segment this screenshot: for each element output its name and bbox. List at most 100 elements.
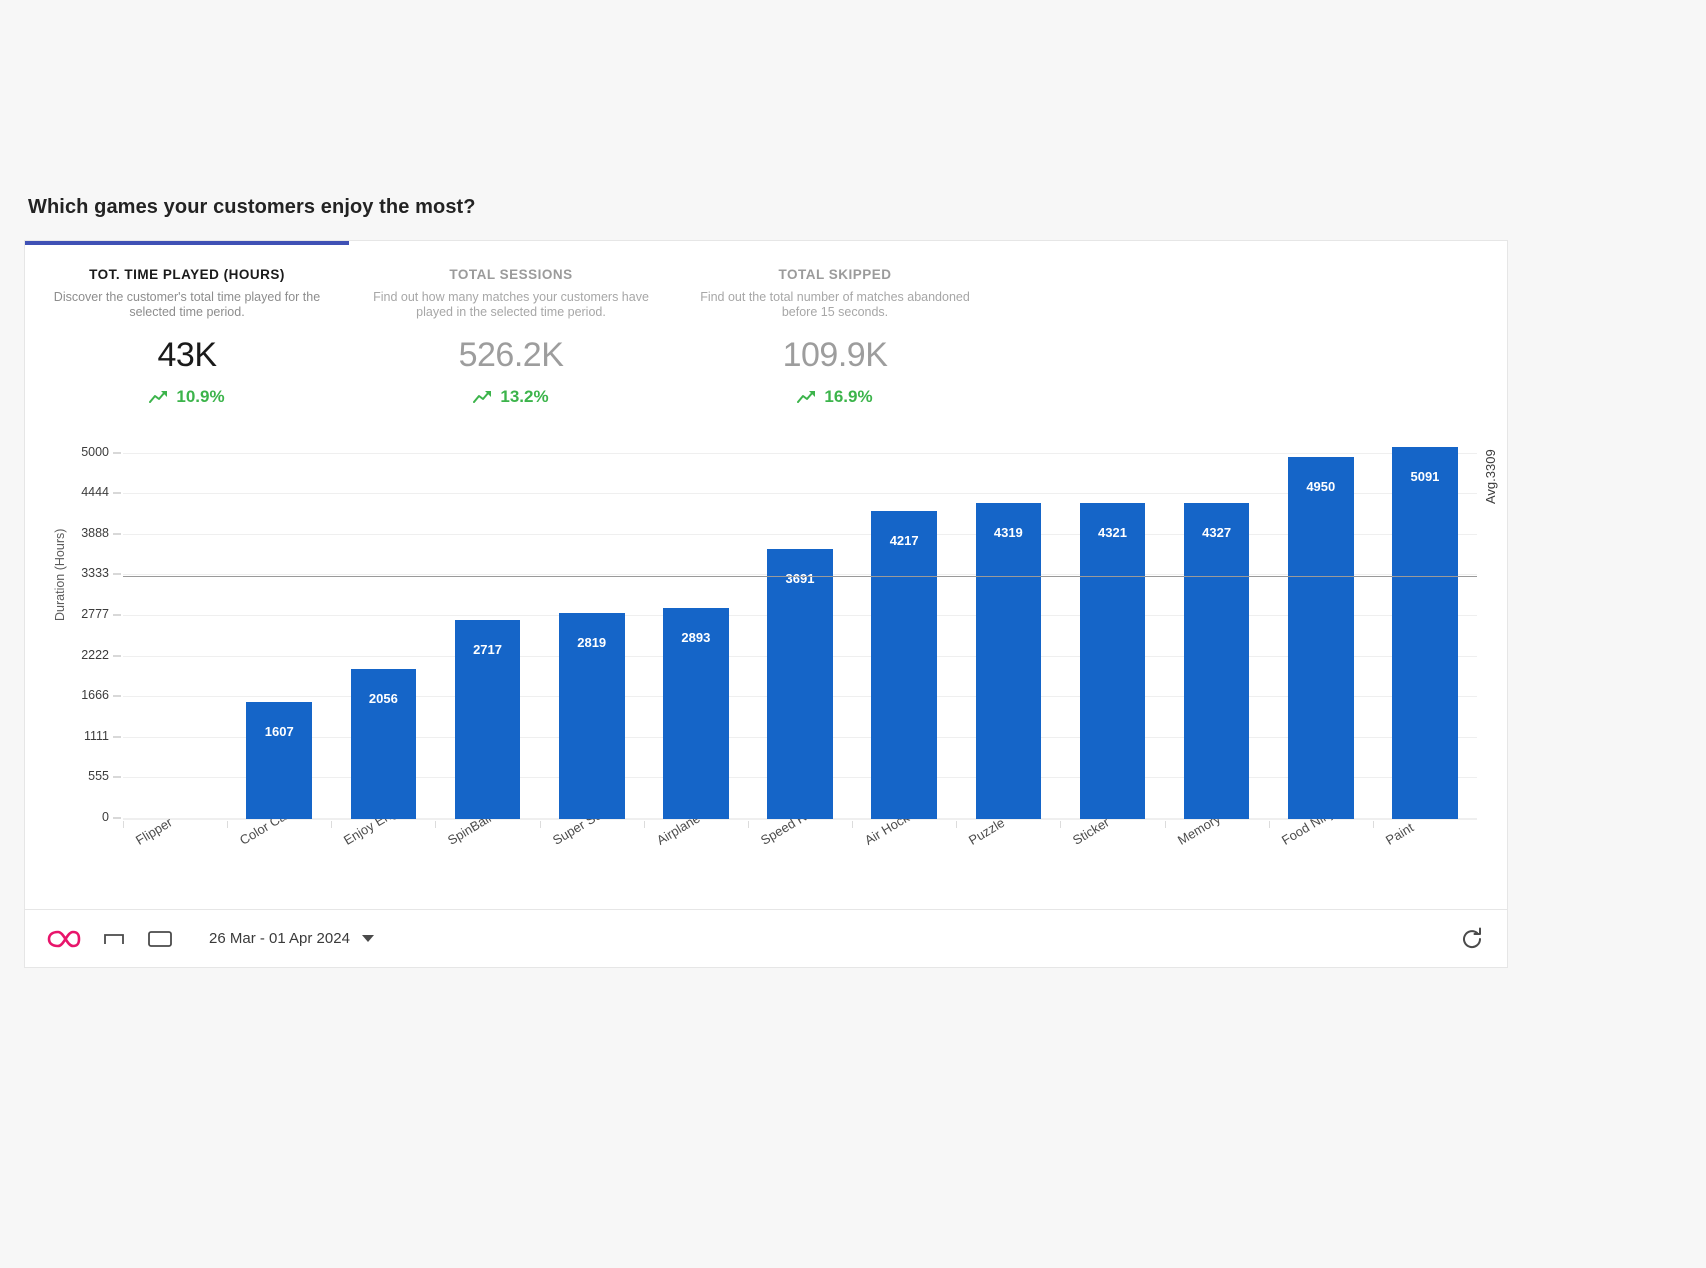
bar-value-label: 4321	[1098, 525, 1127, 541]
x-label-slot: Memory	[1164, 811, 1269, 895]
y-tick-label: 0	[102, 810, 109, 824]
x-label-slot: Color Catcher	[227, 794, 331, 895]
bar-slot: 4217	[852, 439, 956, 819]
y-tick-mark	[113, 654, 121, 657]
x-axis-label: Paint	[1382, 819, 1417, 848]
kpi-title: TOT. TIME PLAYED (HOURS)	[89, 267, 285, 282]
kpi-value: 43K	[157, 336, 218, 374]
page-title: Which games your customers enjoy the mos…	[28, 196, 476, 218]
kpi-title: TOTAL SKIPPED	[778, 267, 892, 282]
kpi-description: Find out how many matches your customers…	[373, 290, 649, 319]
bar-slot	[123, 439, 227, 819]
bar-color-catcher[interactable]: 1607	[246, 701, 313, 819]
plot-area: 5000 4444 3888 3333 2777 2222 1666 1111 555 0 1607…	[81, 439, 1498, 824]
x-tick-mark	[643, 821, 645, 828]
x-label-slot: Flipper	[123, 815, 227, 895]
bar-memory[interactable]: 4327	[1183, 502, 1250, 819]
y-tick-label: 2777	[81, 607, 109, 622]
x-tick-mark	[956, 821, 958, 828]
bar-value-label: 5091	[1410, 468, 1440, 484]
x-label-slot: Speed Racer	[747, 796, 852, 895]
bar-slot: 2819	[540, 439, 644, 819]
x-tick-mark	[1268, 821, 1270, 828]
bar-slot: 2717	[435, 439, 539, 819]
trend-up-icon	[473, 391, 492, 403]
y-tick-mark	[113, 695, 121, 698]
bar-slot: 4950	[1269, 439, 1373, 819]
trend-up-icon	[797, 391, 816, 403]
y-tick-label: 2222	[81, 647, 109, 662]
x-label-slot: Puzzle	[956, 815, 1060, 895]
bracket-icon[interactable]	[103, 930, 125, 948]
x-tick-mark	[331, 821, 333, 828]
y-tick-mark	[113, 451, 121, 454]
y-tick-mark	[113, 573, 121, 576]
bar-value-label: 2056	[368, 690, 398, 706]
x-label-slot: Air Hockey	[852, 803, 956, 895]
bar-sticker[interactable]: 4321	[1079, 503, 1146, 819]
y-tick-label: 555	[88, 769, 109, 784]
dashboard-page: Which games your customers enjoy the mos…	[0, 0, 1706, 1268]
x-label-slot: Airplane Toss	[643, 795, 748, 895]
bar-slot: 5091	[1373, 439, 1477, 819]
x-label-slot: Food Ninja	[1268, 803, 1373, 895]
kpi-tab-tot-time-played[interactable]: TOT. TIME PLAYED (HOURS) Discover the cu…	[25, 241, 349, 411]
y-tick-mark	[113, 776, 121, 779]
y-tick-label: 4444	[81, 485, 109, 500]
y-tick-mark	[113, 614, 121, 617]
bar-slot: 1607	[227, 439, 331, 819]
kpi-value: 109.9K	[782, 336, 888, 374]
bar-slot: 3691	[748, 439, 852, 819]
kpi-trend-value: 16.9%	[824, 387, 873, 406]
kpi-title: TOTAL SESSIONS	[449, 267, 573, 282]
bar-enjoy-english[interactable]: 2056	[350, 668, 417, 819]
x-tick-mark	[747, 821, 749, 828]
x-tick-mark	[435, 821, 437, 828]
date-range-label: 26 Mar - 01 Apr 2024	[209, 930, 350, 947]
y-tick-label: 5000	[81, 444, 109, 459]
y-axis-title: Duration (Hours)	[53, 528, 67, 621]
bar-super-soccer[interactable]: 2819	[558, 613, 625, 819]
y-tick-mark	[113, 492, 121, 495]
x-tick-mark	[1060, 821, 1062, 828]
kpi-tab-total-sessions[interactable]: TOTAL SESSIONS Find out how many matches…	[349, 241, 673, 411]
y-tick-label: 1666	[81, 688, 109, 703]
bar-speed-racer[interactable]: 3691	[767, 549, 833, 819]
bar-air-hockey[interactable]: 4217	[871, 510, 937, 819]
x-label-slot: Enjoy English	[331, 794, 435, 895]
y-tick-mark	[113, 532, 121, 535]
x-tick-mark	[852, 821, 854, 828]
insight-card: TOT. TIME PLAYED (HOURS) Discover the cu…	[24, 240, 1508, 968]
average-line-label: Avg.3309	[1483, 449, 1498, 504]
date-range-picker[interactable]: 26 Mar - 01 Apr 2024	[209, 930, 374, 947]
window-icon[interactable]	[147, 929, 173, 949]
kpi-tab-total-skipped[interactable]: TOTAL SKIPPED Find out the total number …	[673, 241, 997, 411]
bar-puzzle[interactable]: 4319	[975, 503, 1042, 819]
bar-slot: 4321	[1060, 439, 1164, 819]
bar-slot: 4327	[1165, 439, 1269, 819]
bar-food-ninja[interactable]: 4950	[1287, 457, 1354, 819]
infinity-logo-icon[interactable]	[47, 928, 81, 950]
bar-value-label: 2717	[473, 642, 502, 658]
bar-value-label: 1607	[264, 723, 294, 739]
bar-value-label: 2893	[681, 629, 711, 645]
x-tick-mark	[1372, 821, 1374, 828]
bar-value-label: 4319	[993, 525, 1023, 541]
bar-value-label: 4950	[1306, 479, 1336, 495]
card-footer: 26 Mar - 01 Apr 2024	[25, 909, 1507, 967]
kpi-description: Find out the total number of matches aba…	[700, 290, 970, 319]
bar-value-label: 3691	[785, 571, 815, 587]
bar-value-label: 4217	[889, 532, 919, 548]
footer-left-tools: 26 Mar - 01 Apr 2024	[47, 928, 374, 950]
kpi-trend: 10.9%	[25, 387, 349, 407]
x-tick-mark	[1164, 821, 1166, 828]
refresh-button[interactable]	[1459, 926, 1485, 952]
bars-container: 1607 2056 2717 2819 2893 3691 4217 4319 4321 4327…	[123, 439, 1477, 819]
y-tick-label: 3888	[81, 525, 109, 540]
bar-slot: 2056	[331, 439, 435, 819]
bar-paint[interactable]: 5091	[1392, 446, 1458, 819]
bar-spinball[interactable]: 2717	[454, 620, 521, 819]
bar-airplane-toss[interactable]: 2893	[663, 607, 729, 819]
bar-value-label: 4327	[1202, 524, 1232, 540]
bar-slot: 4319	[956, 439, 1060, 819]
